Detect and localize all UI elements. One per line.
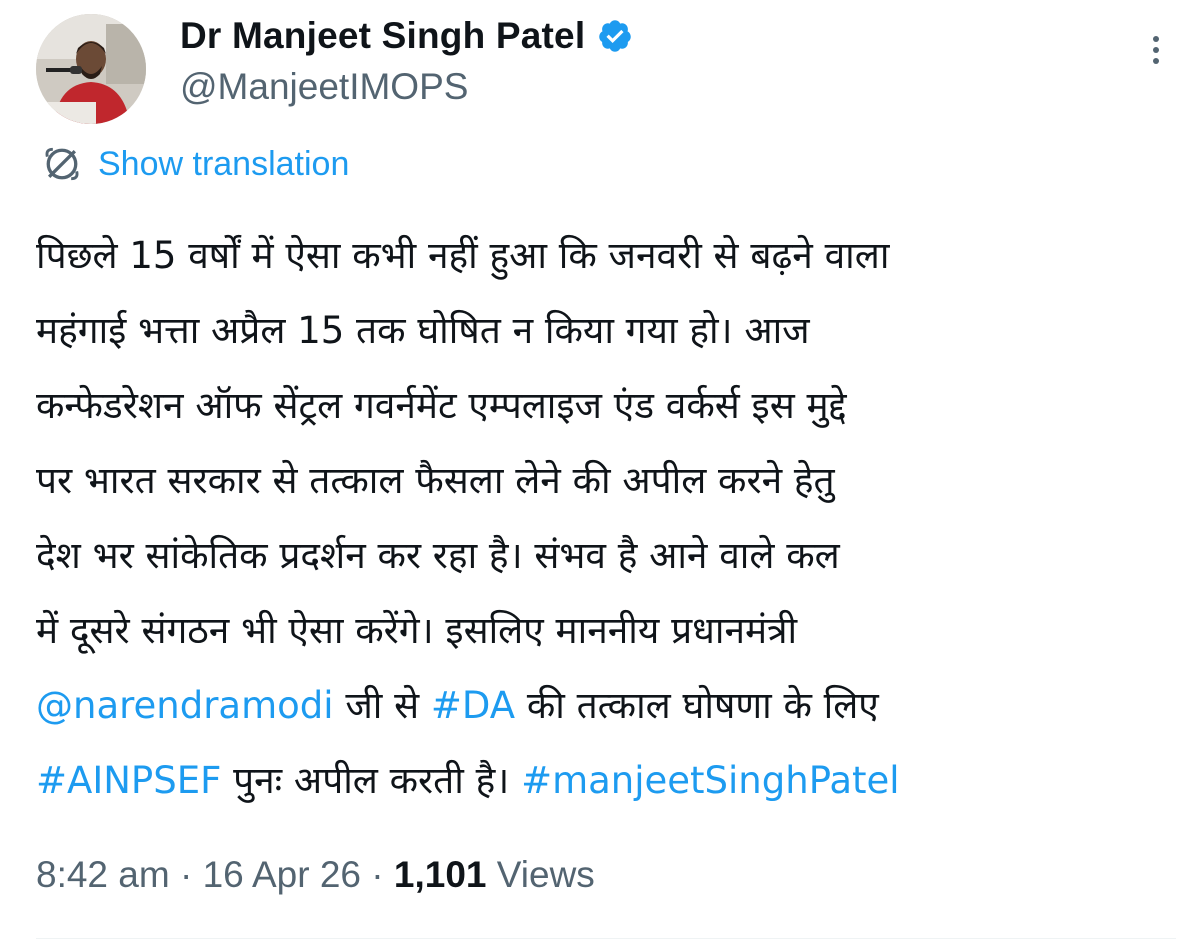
tweet-text-line: महंगाई भत्ता अप्रैल 15 तक घोषित न किया ग… bbox=[36, 293, 1176, 368]
mention-link[interactable]: @narendramodi bbox=[36, 684, 334, 727]
avatar-photo bbox=[36, 14, 146, 124]
more-options-button[interactable] bbox=[1136, 30, 1176, 70]
hashtag-link[interactable]: #manjeetSinghPatel bbox=[521, 759, 900, 802]
tweet-text-segment: पुनः अपील करती है। bbox=[221, 759, 522, 802]
tweet-text-line: पिछले 15 वर्षों में ऐसा कभी नहीं हुआ कि … bbox=[36, 218, 1176, 293]
tweet-text-segment: देश भर सांकेतिक प्रदर्शन कर रहा है। संभव… bbox=[36, 534, 840, 577]
tweet-text-segment: पर भारत सरकार से तत्काल फैसला लेने की अप… bbox=[36, 459, 835, 502]
tweet-meta: 8:42 am · 16 Apr 26 · 1,101 Views bbox=[36, 854, 595, 896]
tweet-text-segment: जी से bbox=[333, 684, 431, 727]
tweet-text-segment: महंगाई भत्ता अप्रैल 15 तक घोषित न किया ग… bbox=[36, 309, 810, 352]
more-horizontal-icon bbox=[1153, 36, 1159, 42]
author-display-name[interactable]: Dr Manjeet Singh Patel bbox=[180, 15, 585, 57]
views-label: Views bbox=[486, 854, 595, 895]
meta-separator: · bbox=[169, 854, 203, 895]
author-handle[interactable]: @ManjeetIMOPS bbox=[180, 66, 633, 108]
meta-separator: · bbox=[361, 854, 394, 895]
tweet-text-segment: पिछले 15 वर्षों में ऐसा कभी नहीं हुआ कि … bbox=[36, 234, 890, 277]
views-count: 1,101 bbox=[393, 854, 487, 895]
show-translation-label: Show translation bbox=[98, 144, 350, 183]
tweet-text-line: में दूसरे संगठन भी ऐसा करेंगे। इसलिए मान… bbox=[36, 593, 1176, 668]
tweet-time[interactable]: 8:42 am bbox=[36, 854, 170, 895]
tweet-text-line: पर भारत सरकार से तत्काल फैसला लेने की अप… bbox=[36, 443, 1176, 518]
verified-badge-icon[interactable] bbox=[597, 18, 633, 54]
tweet-text-segment: कन्फेडरेशन ऑफ सेंट्रल गवर्नमेंट एम्पलाइज… bbox=[36, 384, 847, 427]
show-translation-button[interactable]: Show translation bbox=[40, 140, 349, 188]
tweet-text-line: @narendramodi जी से #DA की तत्काल घोषणा … bbox=[36, 668, 1176, 743]
hashtag-link[interactable]: #AINPSEF bbox=[36, 759, 221, 802]
translate-globe-icon bbox=[45, 147, 79, 181]
hashtag-link[interactable]: #DA bbox=[431, 684, 515, 727]
tweet-text-line: #AINPSEF पुनः अपील करती है। #manjeetSing… bbox=[36, 743, 1176, 818]
more-icon-dot bbox=[1153, 58, 1159, 64]
tweet-text-segment: की तत्काल घोषणा के लिए bbox=[515, 684, 879, 727]
divider bbox=[36, 938, 1176, 939]
author-avatar[interactable] bbox=[36, 14, 146, 124]
tweet-text-line: कन्फेडरेशन ऑफ सेंट्रल गवर्नमेंट एम्पलाइज… bbox=[36, 368, 1176, 443]
tweet-text-segment: में दूसरे संगठन भी ऐसा करेंगे। इसलिए मान… bbox=[36, 609, 798, 652]
tweet-text: पिछले 15 वर्षों में ऐसा कभी नहीं हुआ कि … bbox=[36, 218, 1176, 818]
tweet-text-line: देश भर सांकेतिक प्रदर्शन कर रहा है। संभव… bbox=[36, 518, 1176, 593]
tweet-date[interactable]: 16 Apr 26 bbox=[203, 854, 361, 895]
more-icon-dot bbox=[1153, 47, 1159, 53]
